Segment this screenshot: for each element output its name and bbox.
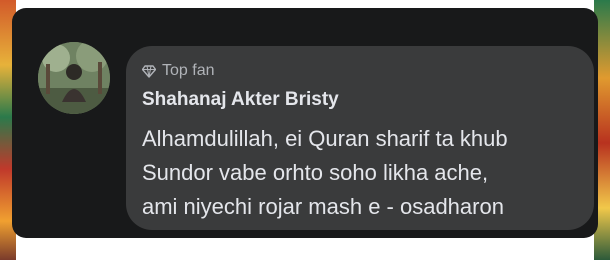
comment-line: Sundor vabe orhto soho likha ache,: [142, 160, 489, 185]
badge-label: Top fan: [162, 62, 215, 79]
avatar-photo-icon: [38, 42, 110, 114]
top-fan-badge: Top fan: [141, 62, 215, 80]
author-name[interactable]: Shahanaj Akter Bristy: [142, 89, 339, 111]
screenshot-frame: Top fan Shahanaj Akter Bristy Alhamdulil…: [0, 0, 610, 260]
avatar[interactable]: [38, 42, 110, 114]
comment-line: ami niyechi rojar mash e - osadharon: [142, 194, 504, 219]
comment-text: Alhamdulillah, ei Quran sharif ta khub S…: [142, 122, 582, 224]
comment-line: Alhamdulillah, ei Quran sharif ta khub: [142, 126, 508, 151]
diamond-icon: [141, 64, 157, 78]
comment-panel: Top fan Shahanaj Akter Bristy Alhamdulil…: [12, 8, 598, 238]
comment-bubble[interactable]: Top fan Shahanaj Akter Bristy Alhamdulil…: [126, 46, 594, 230]
